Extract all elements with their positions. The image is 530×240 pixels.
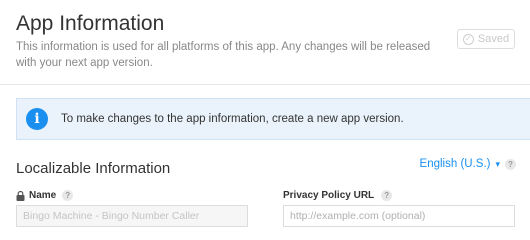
info-banner: i To make changes to the app information… bbox=[16, 98, 530, 140]
name-field: Bingo Machine - Bingo Number Caller bbox=[16, 205, 248, 227]
page-title: App Information bbox=[16, 12, 165, 35]
check-icon: ✓ bbox=[462, 33, 474, 45]
privacy-url-field[interactable] bbox=[283, 205, 515, 227]
chevron-down-icon: ▾ bbox=[495, 158, 500, 169]
language-help-icon[interactable]: ? bbox=[505, 158, 516, 170]
privacy-field-label: Privacy Policy URL ? bbox=[283, 190, 393, 201]
section-title: Localizable Information bbox=[16, 160, 171, 177]
lock-icon bbox=[16, 190, 25, 201]
name-field-label: Name ? bbox=[16, 190, 74, 201]
saved-button[interactable]: ✓ Saved bbox=[457, 29, 515, 49]
name-help-icon[interactable]: ? bbox=[62, 190, 74, 201]
language-selector[interactable]: English (U.S.) ▾ ? bbox=[420, 158, 516, 170]
privacy-help-icon[interactable]: ? bbox=[381, 190, 393, 201]
privacy-label: Privacy Policy URL bbox=[283, 190, 375, 201]
name-label: Name bbox=[29, 190, 57, 201]
info-icon: i bbox=[26, 108, 48, 130]
language-label: English (U.S.) bbox=[419, 158, 491, 170]
name-value: Bingo Machine - Bingo Number Caller bbox=[23, 210, 200, 222]
info-banner-text: To make changes to the app information, … bbox=[61, 113, 404, 125]
saved-label: Saved bbox=[477, 33, 510, 45]
page-description: This information is used for all platfor… bbox=[16, 41, 431, 69]
privacy-url-input[interactable] bbox=[290, 210, 508, 222]
header-divider bbox=[0, 84, 530, 85]
